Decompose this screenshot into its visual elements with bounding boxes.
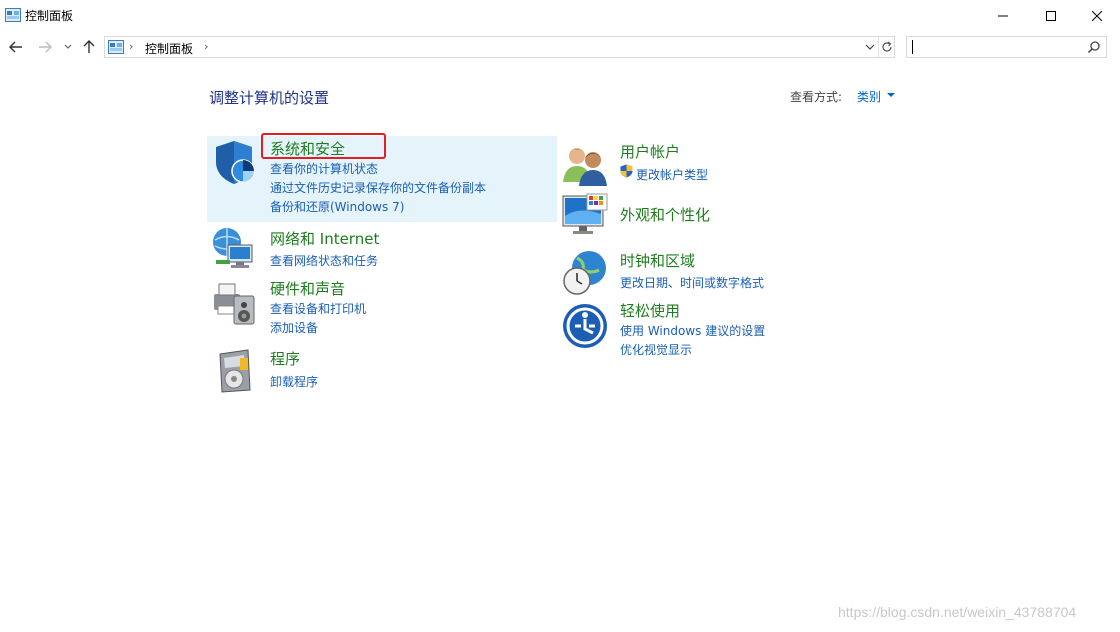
search-icon[interactable] [1087, 40, 1101, 54]
address-bar[interactable]: › 控制面板 › [104, 36, 895, 58]
link-change-account-type[interactable]: 更改帐户类型 [636, 166, 708, 183]
up-button[interactable] [80, 38, 98, 56]
link-uninstall-program[interactable]: 卸载程序 [270, 373, 318, 390]
link-backup-restore[interactable]: 备份和还原(Windows 7) [270, 198, 404, 215]
highlight-annotation [261, 133, 386, 159]
category-title-network-internet[interactable]: 网络和 Internet [270, 228, 379, 249]
link-windows-recommended-settings[interactable]: 使用 Windows 建议的设置 [620, 322, 765, 339]
category-title-hardware-sound[interactable]: 硬件和声音 [270, 278, 345, 299]
link-file-history-backup[interactable]: 通过文件历史记录保存你的文件备份副本 [270, 179, 486, 196]
recent-locations-button[interactable] [61, 38, 75, 56]
text-caret [912, 40, 913, 54]
breadcrumb-control-panel[interactable]: 控制面板 [145, 40, 193, 57]
uac-shield-icon [620, 164, 633, 178]
clock-globe-icon [563, 251, 606, 295]
chevron-down-icon[interactable] [863, 40, 877, 54]
dropdown-arrow-icon[interactable] [887, 93, 895, 97]
search-input[interactable] [911, 39, 1081, 55]
close-icon [1092, 11, 1102, 21]
breadcrumb-separator[interactable]: › [204, 40, 208, 53]
category-title-ease-of-access[interactable]: 轻松使用 [620, 300, 680, 321]
control-panel-icon [5, 8, 21, 22]
search-box[interactable] [906, 36, 1107, 58]
programs-icon [219, 349, 251, 393]
arrow-right-icon [39, 41, 52, 53]
forward-button[interactable] [36, 38, 54, 56]
ease-of-access-icon [563, 304, 607, 348]
chevron-down-icon [64, 44, 72, 49]
link-devices-printers[interactable]: 查看设备和打印机 [270, 300, 366, 317]
back-button[interactable] [7, 38, 25, 56]
refresh-icon [882, 41, 892, 52]
minimize-button[interactable] [980, 0, 1026, 32]
minimize-icon [998, 15, 1008, 17]
maximize-button[interactable] [1028, 0, 1074, 32]
close-button[interactable] [1074, 0, 1120, 32]
navigation-bar: › 控制面板 › [0, 32, 1120, 62]
watermark: https://blog.csdn.net/weixin_43788704 [838, 604, 1077, 620]
window-title: 控制面板 [25, 9, 74, 23]
view-by-dropdown[interactable]: 类别 [857, 88, 881, 105]
link-network-status[interactable]: 查看网络状态和任务 [270, 252, 378, 269]
monitor-palette-icon [562, 193, 608, 234]
link-view-computer-status[interactable]: 查看你的计算机状态 [270, 160, 378, 177]
arrow-up-icon [83, 40, 95, 53]
arrow-left-icon [9, 41, 22, 53]
users-icon [563, 148, 607, 186]
network-icon [213, 228, 253, 268]
control-panel-icon [108, 40, 124, 54]
category-title-clock-region[interactable]: 时钟和区域 [620, 250, 695, 271]
link-optimize-visual-display[interactable]: 优化视觉显示 [620, 341, 692, 358]
link-add-device[interactable]: 添加设备 [270, 319, 318, 336]
title-bar: 控制面板 [0, 0, 1120, 32]
printer-speaker-icon [214, 283, 255, 325]
shield-icon [216, 141, 255, 184]
category-title-programs[interactable]: 程序 [270, 348, 300, 369]
category-title-appearance[interactable]: 外观和个性化 [620, 204, 710, 225]
view-by-label: 查看方式: [790, 90, 843, 104]
maximize-icon [1046, 11, 1056, 21]
category-title-user-accounts[interactable]: 用户帐户 [620, 141, 680, 162]
refresh-button[interactable] [879, 39, 895, 55]
page-title: 调整计算机的设置 [209, 89, 330, 107]
breadcrumb-separator[interactable]: › [129, 40, 133, 53]
link-change-date-time-format[interactable]: 更改日期、时间或数字格式 [620, 274, 764, 291]
